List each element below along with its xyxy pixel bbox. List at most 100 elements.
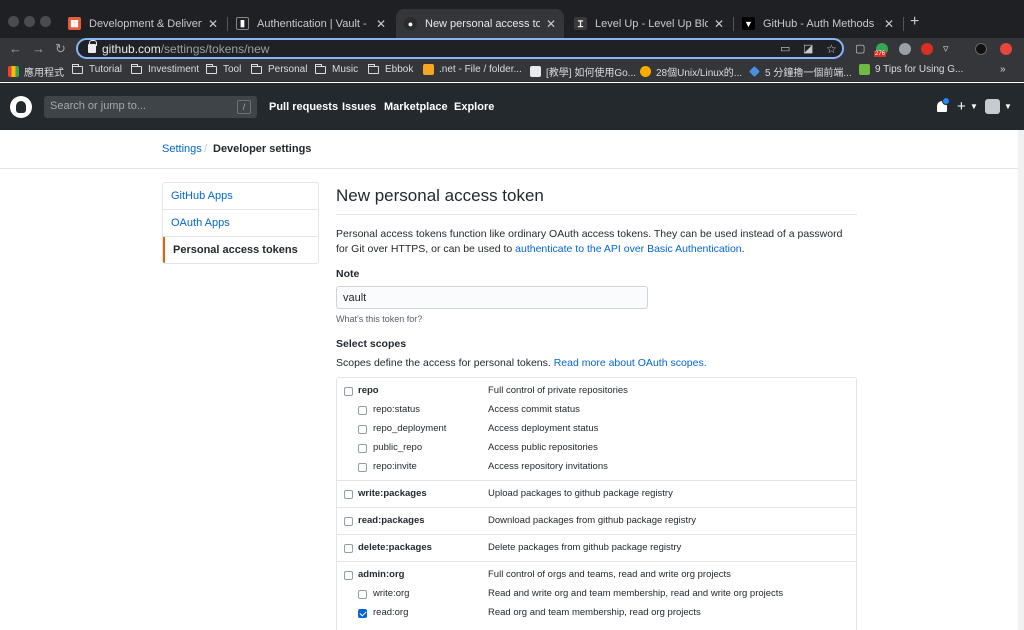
- forward-icon[interactable]: →: [32, 41, 45, 56]
- avatar[interactable]: [985, 99, 1000, 114]
- browser-tab-trello[interactable]: ▦ Development & Delivery | Trello ✕: [60, 9, 226, 38]
- note-input[interactable]: vault: [336, 286, 648, 309]
- page-scrollbar[interactable]: [1018, 130, 1024, 630]
- settings-subhead: [0, 130, 1024, 169]
- bookmark-go[interactable]: [教學] 如何使用Go...: [530, 64, 636, 79]
- window-maximize-icon[interactable]: [40, 16, 51, 27]
- address-bar[interactable]: github.com/settings/tokens/new: [76, 38, 844, 59]
- browser-tab-strip: ▦ Development & Delivery | Trello ✕ ▮ Au…: [0, 0, 1024, 38]
- nav-explore[interactable]: Explore: [454, 101, 494, 113]
- developer-settings-menu: GitHub Apps OAuth Apps Personal access t…: [162, 182, 319, 264]
- scope-checkbox-delete-packages[interactable]: [344, 544, 353, 553]
- menu-oauth-apps[interactable]: OAuth Apps: [163, 210, 318, 237]
- cast-icon[interactable]: ▭: [780, 42, 790, 55]
- scope-description: Upload packages to github package regist…: [488, 488, 673, 499]
- scope-checkbox-repo-status[interactable]: [358, 406, 367, 415]
- basic-auth-link[interactable]: authenticate to the API over Basic Authe…: [515, 243, 741, 255]
- close-icon[interactable]: ✕: [714, 17, 724, 31]
- nav-issues[interactable]: Issues: [342, 101, 376, 113]
- scope-description: Read org and team membership, read org p…: [488, 607, 701, 618]
- github-header: Search or jump to... /: [0, 83, 1024, 130]
- scope-name[interactable]: delete:packages: [358, 542, 432, 553]
- scope-name[interactable]: read:org: [373, 607, 408, 618]
- bookmark-tips[interactable]: 9 Tips for Using G...: [859, 64, 963, 75]
- scope-checkbox-public-repo[interactable]: [358, 444, 367, 453]
- chevron-down-icon: ▼: [970, 102, 978, 111]
- close-icon[interactable]: ✕: [546, 17, 556, 31]
- oauth-scopes-link[interactable]: Read more about OAuth scopes.: [554, 357, 707, 369]
- folder-icon: [368, 63, 379, 74]
- window-minimize-icon[interactable]: [24, 16, 35, 27]
- pencil-icon: [423, 64, 434, 75]
- scope-name[interactable]: write:org: [373, 588, 409, 599]
- page-icon: [749, 66, 760, 77]
- close-icon[interactable]: ✕: [376, 17, 386, 31]
- translate-icon[interactable]: ◪: [803, 42, 813, 55]
- bookmarks-overflow-button[interactable]: »: [1000, 64, 1006, 75]
- browser-tab-vault-github[interactable]: ▼ GitHub - Auth Methods - Vault ✕: [734, 9, 902, 38]
- breadcrumb-settings[interactable]: Settings: [162, 143, 202, 155]
- bookmark-dotnet[interactable]: .net - File / folder...: [423, 64, 522, 75]
- back-icon[interactable]: ←: [9, 41, 22, 56]
- scope-name[interactable]: repo:invite: [373, 461, 417, 472]
- bookmarks-bar: 應用程式 Tutorial Investiment Tool Personal …: [0, 60, 1024, 82]
- scope-checkbox-repo-deployment[interactable]: [358, 425, 367, 434]
- star-icon[interactable]: ☆: [826, 42, 837, 56]
- bookmark-investiment[interactable]: Investiment: [131, 63, 199, 75]
- close-icon[interactable]: ✕: [208, 17, 218, 31]
- scope-checkbox-read-org[interactable]: [358, 609, 367, 618]
- browser-tab-vault-auth[interactable]: ▮ Authentication | Vault - HashiCorp ✕: [228, 9, 394, 38]
- browser-tab-levelup[interactable]: Ɪ Level Up - Level Up Blog (https ✕: [566, 9, 732, 38]
- scope-name[interactable]: repo:status: [373, 404, 420, 415]
- bookmark-tutorial[interactable]: Tutorial: [72, 63, 122, 75]
- scope-name[interactable]: write:packages: [358, 488, 427, 499]
- search-input[interactable]: Search or jump to... /: [44, 96, 257, 118]
- note-hint: What's this token for?: [336, 314, 423, 324]
- bookmark-music[interactable]: Music: [315, 63, 358, 75]
- scope-checkbox-repo-invite[interactable]: [358, 463, 367, 472]
- bookmark-frontend[interactable]: 5 分鐘擼一個前端...: [749, 64, 852, 79]
- scopes-label: Select scopes: [336, 338, 407, 350]
- scope-name[interactable]: repo: [358, 385, 379, 396]
- scope-name[interactable]: read:packages: [358, 515, 425, 526]
- scope-name[interactable]: public_repo: [373, 442, 422, 453]
- translate-extension-icon[interactable]: [921, 43, 933, 55]
- nav-pull-requests[interactable]: Pull requests: [269, 101, 338, 113]
- scopes-description: Scopes define the access for personal to…: [336, 357, 707, 369]
- menu-github-apps[interactable]: GitHub Apps: [163, 183, 318, 210]
- close-icon[interactable]: ✕: [884, 17, 894, 31]
- scope-name[interactable]: repo_deployment: [373, 423, 446, 434]
- bookmark-tool[interactable]: Tool: [206, 63, 241, 75]
- scope-description: Full control of private repositories: [488, 385, 628, 396]
- pocket-icon[interactable]: ▿: [943, 42, 949, 55]
- nav-marketplace[interactable]: Marketplace: [384, 101, 448, 113]
- browser-tab-active[interactable]: ● New personal access token ✕: [396, 9, 564, 38]
- new-tab-button[interactable]: +: [910, 13, 919, 31]
- cloud-extension-icon[interactable]: [899, 43, 911, 55]
- menu-personal-access-tokens[interactable]: Personal access tokens: [163, 237, 318, 263]
- scope-checkbox-admin-org[interactable]: [344, 571, 353, 580]
- notification-bell-icon[interactable]: [937, 97, 950, 112]
- github-logo-icon[interactable]: [10, 96, 32, 118]
- page-title: New personal access token: [336, 186, 544, 205]
- profile-icon[interactable]: [975, 43, 987, 55]
- scope-name[interactable]: admin:org: [358, 569, 404, 580]
- bookmark-apps[interactable]: 應用程式: [8, 64, 64, 79]
- bookmark-personal[interactable]: Personal: [251, 63, 307, 75]
- levelup-icon: Ɪ: [574, 17, 587, 30]
- create-new-button[interactable]: +: [957, 98, 966, 115]
- lock-icon: [88, 40, 97, 53]
- scope-checkbox-repo[interactable]: [344, 387, 353, 396]
- scope-description: Access deployment status: [488, 423, 599, 434]
- extension-copy-icon[interactable]: ▢: [855, 42, 865, 55]
- window-close-icon[interactable]: [8, 16, 19, 27]
- folder-icon: [315, 63, 326, 74]
- bookmark-unix[interactable]: 28個Unix/Linux的...: [640, 64, 742, 79]
- scope-checkbox-read-packages[interactable]: [344, 517, 353, 526]
- page-icon: [640, 66, 651, 77]
- reload-icon[interactable]: ↻: [55, 41, 66, 57]
- menu-extension-icon[interactable]: [1000, 43, 1012, 55]
- bookmark-ebbok[interactable]: Ebbok: [368, 63, 413, 75]
- scope-checkbox-write-packages[interactable]: [344, 490, 353, 499]
- scope-checkbox-write-org[interactable]: [358, 590, 367, 599]
